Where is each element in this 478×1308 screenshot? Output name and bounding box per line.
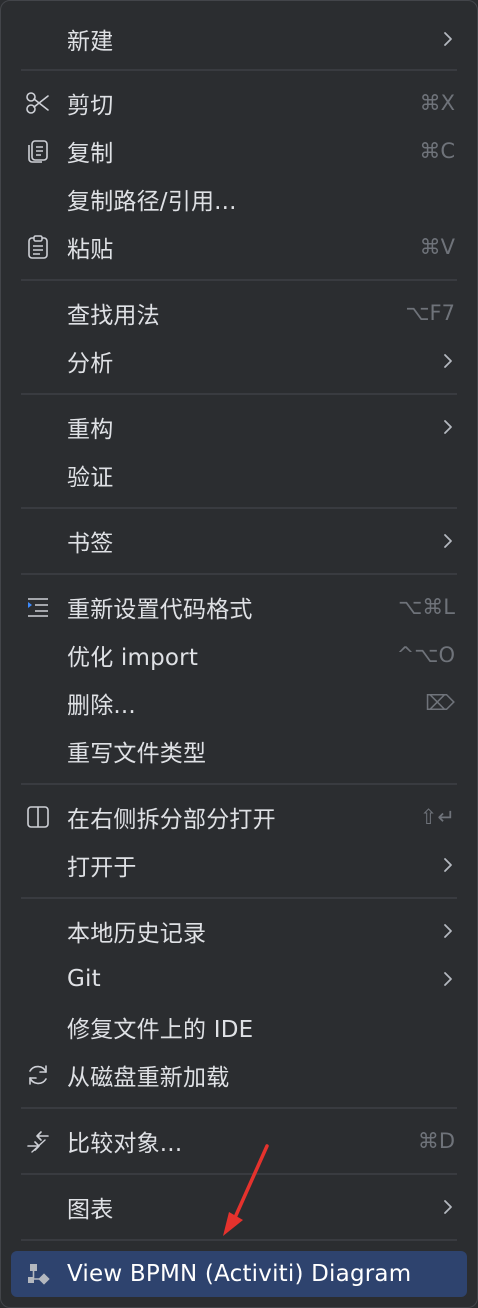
shortcut-label: ^⌥O xyxy=(396,643,455,667)
menu-separator xyxy=(21,573,457,575)
reload-icon xyxy=(25,1062,51,1088)
menu-separator xyxy=(21,1107,457,1109)
menu-item-validate[interactable]: 验证 xyxy=(11,453,467,497)
chevron-right-icon xyxy=(444,32,452,46)
menu-item-delete[interactable]: 删除... ⌦ xyxy=(11,681,467,725)
menu-item-label: 本地历史记录 xyxy=(67,921,207,947)
menu-item-repair-ide[interactable]: 修复文件上的 IDE xyxy=(11,1005,467,1049)
menu-item-analyze[interactable]: 分析 xyxy=(11,339,467,383)
chevron-right-icon xyxy=(444,534,452,548)
menu-item-reformat-code[interactable]: 重新设置代码格式 ⌥⌘L xyxy=(11,585,467,629)
menu-item-label: 图表 xyxy=(67,1197,114,1223)
menu-item-new[interactable]: 新建 xyxy=(11,17,467,61)
menu-item-label: 粘贴 xyxy=(67,237,114,263)
context-menu: 新建 剪切 ⌘X 复制 ⌘C 复制路径/引用... 粘贴 ⌘V 查找用法 ⌥F7 xyxy=(0,0,478,1308)
split-icon xyxy=(25,804,51,830)
bpmn-diagram-icon xyxy=(25,1261,51,1287)
menu-item-cut[interactable]: 剪切 ⌘X xyxy=(11,81,467,125)
menu-item-label: 剪切 xyxy=(67,93,114,119)
menu-item-compare-with[interactable]: 比较对象... ⌘D xyxy=(11,1119,467,1163)
menu-item-label: 新建 xyxy=(67,29,114,55)
menu-item-git[interactable]: Git xyxy=(11,957,467,1001)
menu-item-local-history[interactable]: 本地历史记录 xyxy=(11,909,467,953)
menu-item-find-usages[interactable]: 查找用法 ⌥F7 xyxy=(11,291,467,335)
menu-item-optimize-imports[interactable]: 优化 import ^⌥O xyxy=(11,633,467,677)
menu-item-label: 重新设置代码格式 xyxy=(67,597,253,623)
menu-item-label: 重构 xyxy=(67,417,114,443)
menu-item-label: Git xyxy=(67,966,101,992)
menu-separator xyxy=(21,393,457,395)
chevron-right-icon xyxy=(444,354,452,368)
menu-item-label: 复制 xyxy=(67,141,114,167)
menu-item-label: 比较对象... xyxy=(67,1131,183,1157)
menu-item-open-in[interactable]: 打开于 xyxy=(11,843,467,887)
menu-item-override-file-type[interactable]: 重写文件类型 xyxy=(11,729,467,773)
shortcut-label: ⌦ xyxy=(425,691,455,715)
menu-item-open-split-right[interactable]: 在右侧拆分部分打开 ⇧↵ xyxy=(11,795,467,839)
menu-item-label: 修复文件上的 IDE xyxy=(67,1017,254,1043)
shortcut-label: ⌥F7 xyxy=(405,301,455,325)
shortcut-label: ⌘C xyxy=(419,139,455,163)
menu-separator xyxy=(21,279,457,281)
scissors-icon xyxy=(25,90,51,116)
menu-item-label: 删除... xyxy=(67,693,136,719)
menu-item-label: View BPMN (Activiti) Diagram xyxy=(67,1261,412,1287)
menu-separator xyxy=(21,1173,457,1175)
menu-item-view-bpmn-diagram[interactable]: View BPMN (Activiti) Diagram xyxy=(11,1251,467,1297)
chevron-right-icon xyxy=(444,858,452,872)
menu-item-label: 复制路径/引用... xyxy=(67,189,237,215)
menu-item-label: 分析 xyxy=(67,351,114,377)
menu-separator xyxy=(21,507,457,509)
chevron-right-icon xyxy=(444,972,452,986)
chevron-right-icon xyxy=(444,924,452,938)
menu-item-paste[interactable]: 粘贴 ⌘V xyxy=(11,225,467,269)
copy-icon xyxy=(25,138,51,164)
chevron-right-icon xyxy=(444,420,452,434)
menu-item-label: 打开于 xyxy=(67,855,137,881)
menu-item-diagrams[interactable]: 图表 xyxy=(11,1185,467,1229)
menu-item-label: 在右侧拆分部分打开 xyxy=(67,807,276,833)
menu-item-label: 从磁盘重新加载 xyxy=(67,1065,230,1091)
menu-item-reload-from-disk[interactable]: 从磁盘重新加载 xyxy=(11,1053,467,1097)
menu-item-label: 书签 xyxy=(67,531,114,557)
menu-item-copy[interactable]: 复制 ⌘C xyxy=(11,129,467,173)
menu-item-label: 查找用法 xyxy=(67,303,160,329)
menu-separator xyxy=(21,1239,457,1241)
compare-icon xyxy=(25,1128,51,1154)
paste-icon xyxy=(25,234,51,260)
shortcut-label: ⌥⌘L xyxy=(398,595,455,619)
menu-item-label: 重写文件类型 xyxy=(67,741,207,767)
menu-item-copy-path[interactable]: 复制路径/引用... xyxy=(11,177,467,221)
menu-separator xyxy=(21,69,457,71)
shortcut-label: ⌘X xyxy=(419,91,455,115)
shortcut-label: ⌘V xyxy=(419,235,455,259)
menu-item-label: 验证 xyxy=(67,465,114,491)
shortcut-label: ⌘D xyxy=(417,1129,455,1153)
menu-item-bookmarks[interactable]: 书签 xyxy=(11,519,467,563)
menu-item-refactor[interactable]: 重构 xyxy=(11,405,467,449)
menu-separator xyxy=(21,897,457,899)
shortcut-label: ⇧↵ xyxy=(419,805,455,829)
chevron-right-icon xyxy=(444,1200,452,1214)
reformat-icon xyxy=(25,594,51,620)
menu-item-label: 优化 import xyxy=(67,645,199,671)
menu-separator xyxy=(21,783,457,785)
